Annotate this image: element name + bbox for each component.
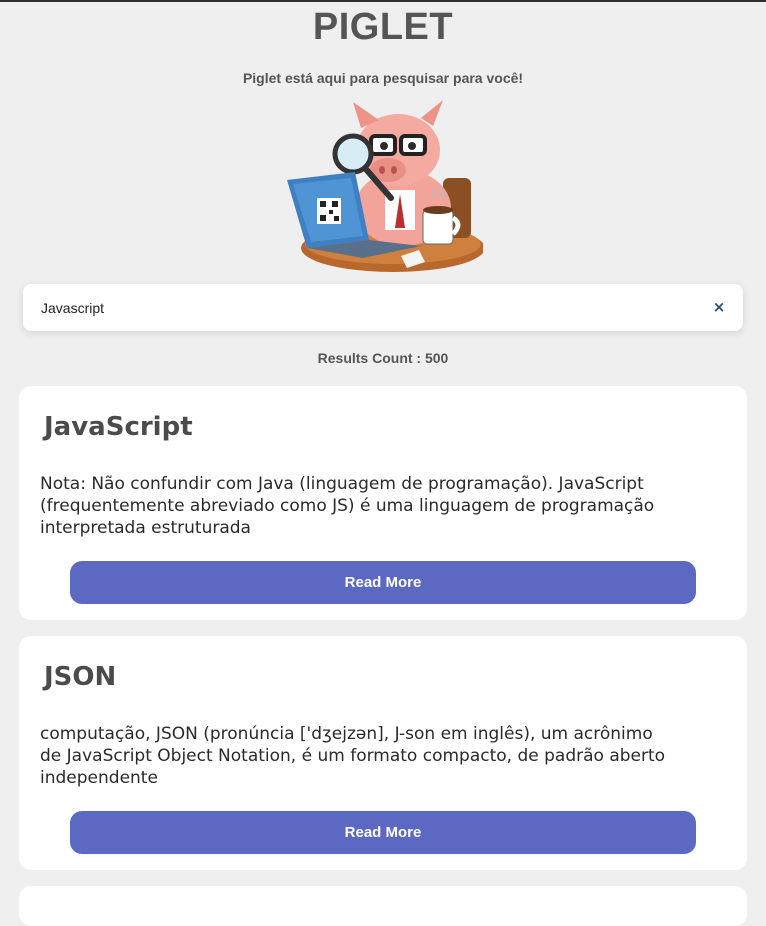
search-input[interactable] (39, 294, 683, 322)
result-card (19, 886, 747, 926)
result-title: JSON (44, 662, 117, 692)
app-title: PIGLET (312, 6, 454, 48)
clear-search-icon[interactable]: × (709, 297, 729, 317)
result-snippet: computação, JSON (pronúncia ['dʒejzən], … (40, 724, 666, 788)
result-card: JavaScript Nota: Não confundir com Java … (19, 386, 747, 620)
header: PIGLET Piglet está aqui para pesquisar p… (0, 0, 766, 274)
result-card: JSON computação, JSON (pronúncia ['dʒejz… (19, 636, 747, 870)
results-count: Results Count : 500 (317, 350, 449, 366)
app-subtitle: Piglet está aqui para pesquisar para voc… (242, 70, 524, 86)
piglet-mascot-illustration (287, 100, 483, 272)
read-more-button[interactable]: Read More (70, 811, 696, 854)
result-snippet: Nota: Não confundir com Java (linguagem … (40, 474, 655, 538)
search-bar: × (23, 284, 743, 331)
read-more-button[interactable]: Read More (70, 561, 696, 604)
top-border (0, 0, 766, 2)
result-title: JavaScript (44, 412, 193, 442)
